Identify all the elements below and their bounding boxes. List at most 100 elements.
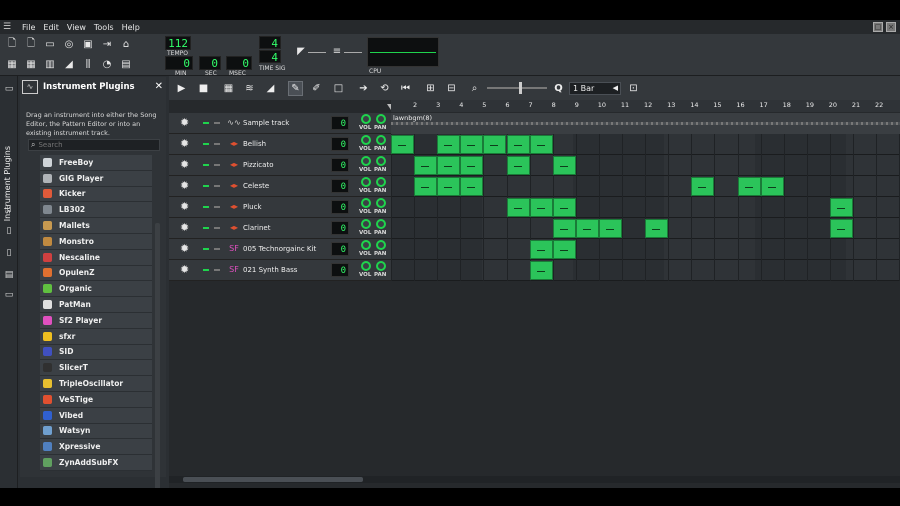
master-volume-icon[interactable]: ◤ (296, 44, 306, 58)
solo-toggle[interactable] (214, 248, 220, 250)
menu-view[interactable]: View (67, 23, 86, 32)
pattern-clip[interactable] (529, 261, 553, 280)
track-volume-display[interactable]: 0 (331, 137, 349, 151)
solo-toggle[interactable] (214, 206, 220, 208)
plugin-item[interactable]: SlicerT (40, 360, 152, 377)
restore-window-icon[interactable]: □ (873, 22, 883, 32)
stop-behaviour-icon[interactable]: ⏮ (398, 81, 413, 96)
pattern-clip[interactable] (460, 135, 484, 154)
export-tracks-icon[interactable]: ⌂ (119, 37, 133, 51)
track-head[interactable]: ✹ ◂▸ Pizzicato 0 VOL PAN (169, 155, 391, 176)
plugin-item[interactable]: Nescaline (40, 249, 152, 266)
mute-toggle[interactable] (203, 164, 209, 166)
track-volume-display[interactable]: 0 (331, 116, 349, 130)
horizontal-scrollbar[interactable] (183, 477, 363, 482)
pattern-clip[interactable] (506, 156, 530, 175)
export-project-icon[interactable]: ⇥ (100, 37, 114, 51)
pattern-clip[interactable] (483, 135, 507, 154)
pattern-clip[interactable] (414, 156, 438, 175)
new-project-icon[interactable]: 🗋 (5, 37, 19, 51)
volume-knob[interactable] (361, 240, 371, 250)
pattern-clip[interactable] (460, 156, 484, 175)
track-head[interactable]: ✹ ◂▸ Pluck 0 VOL PAN (169, 197, 391, 218)
menu-file[interactable]: File (22, 23, 35, 32)
pattern-clip[interactable] (829, 198, 853, 217)
select-mode-icon[interactable]: □ (331, 81, 346, 96)
mute-toggle[interactable] (203, 248, 209, 250)
remove-bar-icon[interactable]: ⊟ (444, 81, 459, 96)
mute-toggle[interactable] (203, 143, 209, 145)
plugin-item[interactable]: Mallets (40, 218, 152, 234)
track-volume-display[interactable]: 0 (331, 158, 349, 172)
plugin-search[interactable]: ⌕ (28, 139, 160, 151)
zoom-slider-knob[interactable] (519, 82, 522, 94)
controller-rack-icon[interactable]: ◔ (100, 57, 114, 71)
zoom-icon[interactable]: ⌕ (467, 81, 482, 96)
menu-tools[interactable]: Tools (94, 23, 114, 32)
zoom-slider[interactable] (487, 87, 547, 89)
track-name[interactable]: 005 Technorgainc Kit (243, 245, 316, 253)
pan-knob[interactable] (376, 156, 386, 166)
track-head[interactable]: ✹ ◂▸ Clarinet 0 VOL PAN (169, 218, 391, 239)
pattern-clip[interactable] (506, 135, 530, 154)
add-beat-track-icon[interactable]: ▦ (221, 81, 236, 96)
my-projects-icon[interactable]: ▯ (4, 204, 14, 214)
plugin-item[interactable]: LB302 (40, 202, 152, 219)
plugin-item[interactable]: Vibed (40, 407, 152, 424)
plugin-list-scrollbar[interactable] (155, 223, 160, 488)
master-pitch-icon[interactable]: ≡ (332, 44, 342, 58)
volume-knob[interactable] (361, 198, 371, 208)
stop-icon[interactable]: ■ (196, 81, 211, 96)
solo-toggle[interactable] (214, 269, 220, 271)
track-volume-display[interactable]: 0 (331, 200, 349, 214)
piano-roll-icon[interactable]: ▥ (43, 57, 57, 71)
add-automation-track-icon[interactable]: ◢ (263, 81, 278, 96)
insert-bar-icon[interactable]: ⊞ (423, 81, 438, 96)
track-settings-gear-icon[interactable]: ✹ (180, 117, 189, 129)
pattern-clip[interactable] (529, 135, 553, 154)
plugin-item[interactable]: Kicker (40, 186, 152, 203)
master-volume-slider[interactable] (308, 52, 326, 53)
track-settings-gear-icon[interactable]: ✹ (180, 180, 189, 192)
pattern-clip[interactable] (575, 219, 599, 238)
track-name[interactable]: Bellish (243, 140, 266, 148)
pattern-clip[interactable] (645, 219, 669, 238)
pattern-clip[interactable] (414, 177, 438, 196)
plugin-item[interactable]: FreeBoy (40, 155, 152, 171)
volume-knob[interactable] (361, 156, 371, 166)
pan-knob[interactable] (376, 177, 386, 187)
save-project-icon[interactable]: ▣ (81, 37, 95, 51)
menu-help[interactable]: Help (122, 23, 140, 32)
mute-toggle[interactable] (203, 185, 209, 187)
pattern-clip[interactable] (437, 156, 461, 175)
pan-knob[interactable] (376, 135, 386, 145)
track-volume-display[interactable]: 0 (331, 242, 349, 256)
recent-projects-icon[interactable]: ◎ (62, 37, 76, 51)
pan-knob[interactable] (376, 114, 386, 124)
bb-clip[interactable]: lawnbgm(8) (391, 113, 900, 134)
pattern-clip[interactable] (691, 177, 715, 196)
play-icon[interactable]: ▶ (174, 81, 189, 96)
draw-mode-icon[interactable]: ✎ (288, 81, 303, 96)
plugin-item[interactable]: Organic (40, 281, 152, 298)
plugin-search-input[interactable] (38, 141, 149, 149)
pattern-clip[interactable] (391, 135, 415, 154)
fx-mixer-icon[interactable]: ⫼ (81, 57, 95, 71)
plugin-item[interactable]: Watsyn (40, 423, 152, 440)
pattern-clip[interactable] (437, 135, 461, 154)
pattern-clip[interactable] (829, 219, 853, 238)
project-notes-icon[interactable]: ▤ (119, 57, 133, 71)
pattern-clip[interactable] (598, 219, 622, 238)
mute-toggle[interactable] (203, 269, 209, 271)
plugin-item[interactable]: sfxr (40, 328, 152, 345)
beat-bassline-editor-icon[interactable]: ▦ (24, 57, 38, 71)
track-settings-gear-icon[interactable]: ✹ (180, 201, 189, 213)
solo-toggle[interactable] (214, 143, 220, 145)
solo-toggle[interactable] (214, 122, 220, 124)
mute-toggle[interactable] (203, 227, 209, 229)
track-grid[interactable]: lawnbgm(8) (391, 113, 900, 281)
volume-knob[interactable] (361, 135, 371, 145)
track-volume-display[interactable]: 0 (331, 179, 349, 193)
pattern-clip[interactable] (529, 240, 553, 259)
track-name[interactable]: Pluck (243, 203, 262, 211)
